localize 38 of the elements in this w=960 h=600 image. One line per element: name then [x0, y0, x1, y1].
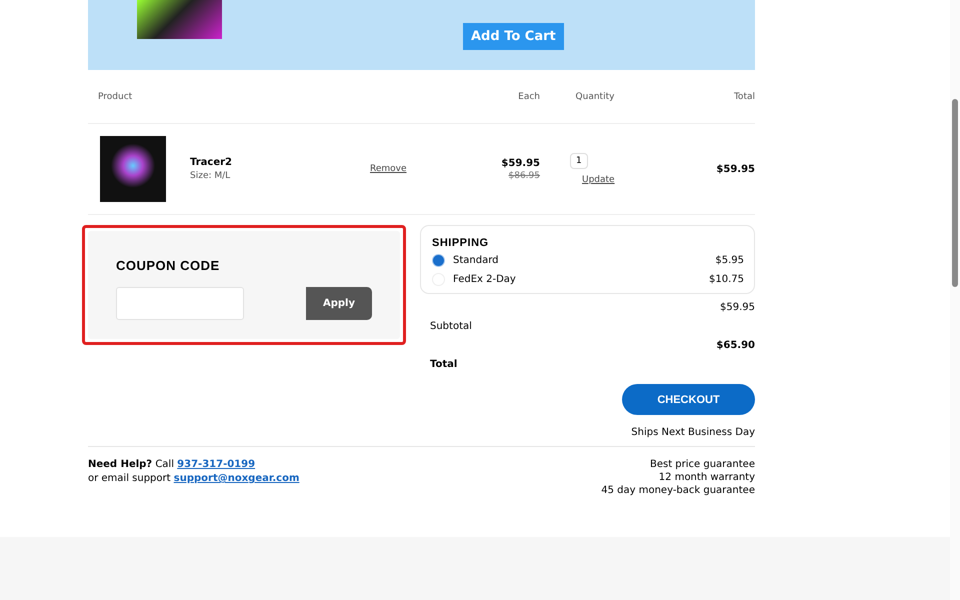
- total-amount: $65.90: [716, 340, 755, 353]
- email-text: or email support: [88, 473, 171, 484]
- coupon-title: COUPON CODE: [116, 258, 221, 273]
- remove-link[interactable]: Remove: [370, 164, 407, 174]
- apply-button[interactable]: Apply: [306, 287, 372, 320]
- shipping-note: Ships Next Business Day: [631, 427, 755, 438]
- update-link[interactable]: Update: [582, 175, 615, 185]
- call-text: Call: [155, 459, 174, 470]
- scrollbar[interactable]: [950, 0, 960, 600]
- guarantee-text: Best price guarantee: [648, 458, 755, 471]
- quantity-field[interactable]: 1: [570, 153, 588, 169]
- column-header: Product: [98, 92, 132, 102]
- column-header: Total: [734, 92, 755, 102]
- checkout-button[interactable]: CHECKOUT: [622, 384, 755, 415]
- guarantee-text: 12 month warranty: [658, 471, 755, 484]
- shipping-option: FedEx 2-Day: [453, 274, 516, 285]
- product-size: Size: M/L: [190, 171, 232, 181]
- product-name: Tracer2: [190, 157, 234, 168]
- scrollbar-thumb[interactable]: [952, 99, 958, 287]
- shipping-price: $5.95: [715, 255, 744, 266]
- shipping-price: $10.75: [709, 274, 744, 285]
- radio-button[interactable]: [432, 254, 445, 267]
- guarantee-text: 45 day money-back guarantee: [601, 484, 755, 497]
- help-label: Need Help?: [88, 459, 152, 470]
- column-header: Quantity: [576, 92, 614, 102]
- phone-link[interactable]: 937-317-0199: [177, 459, 256, 470]
- line-total: $59.95: [715, 164, 755, 174]
- shipping-option: Standard: [453, 255, 498, 266]
- coupon-field[interactable]: [116, 287, 244, 320]
- subtotal-amount: $59.95: [720, 302, 755, 315]
- old-price: $86.95: [508, 170, 540, 180]
- email-link[interactable]: support@noxgear.com: [174, 473, 300, 484]
- subtotal-label: Subtotal: [430, 321, 472, 332]
- total-label: Total: [430, 359, 458, 370]
- photo-placeholder: [100, 136, 166, 202]
- column-header: Each: [518, 92, 540, 102]
- price: $59.95: [500, 158, 540, 168]
- shipping-title: SHIPPING: [432, 237, 490, 249]
